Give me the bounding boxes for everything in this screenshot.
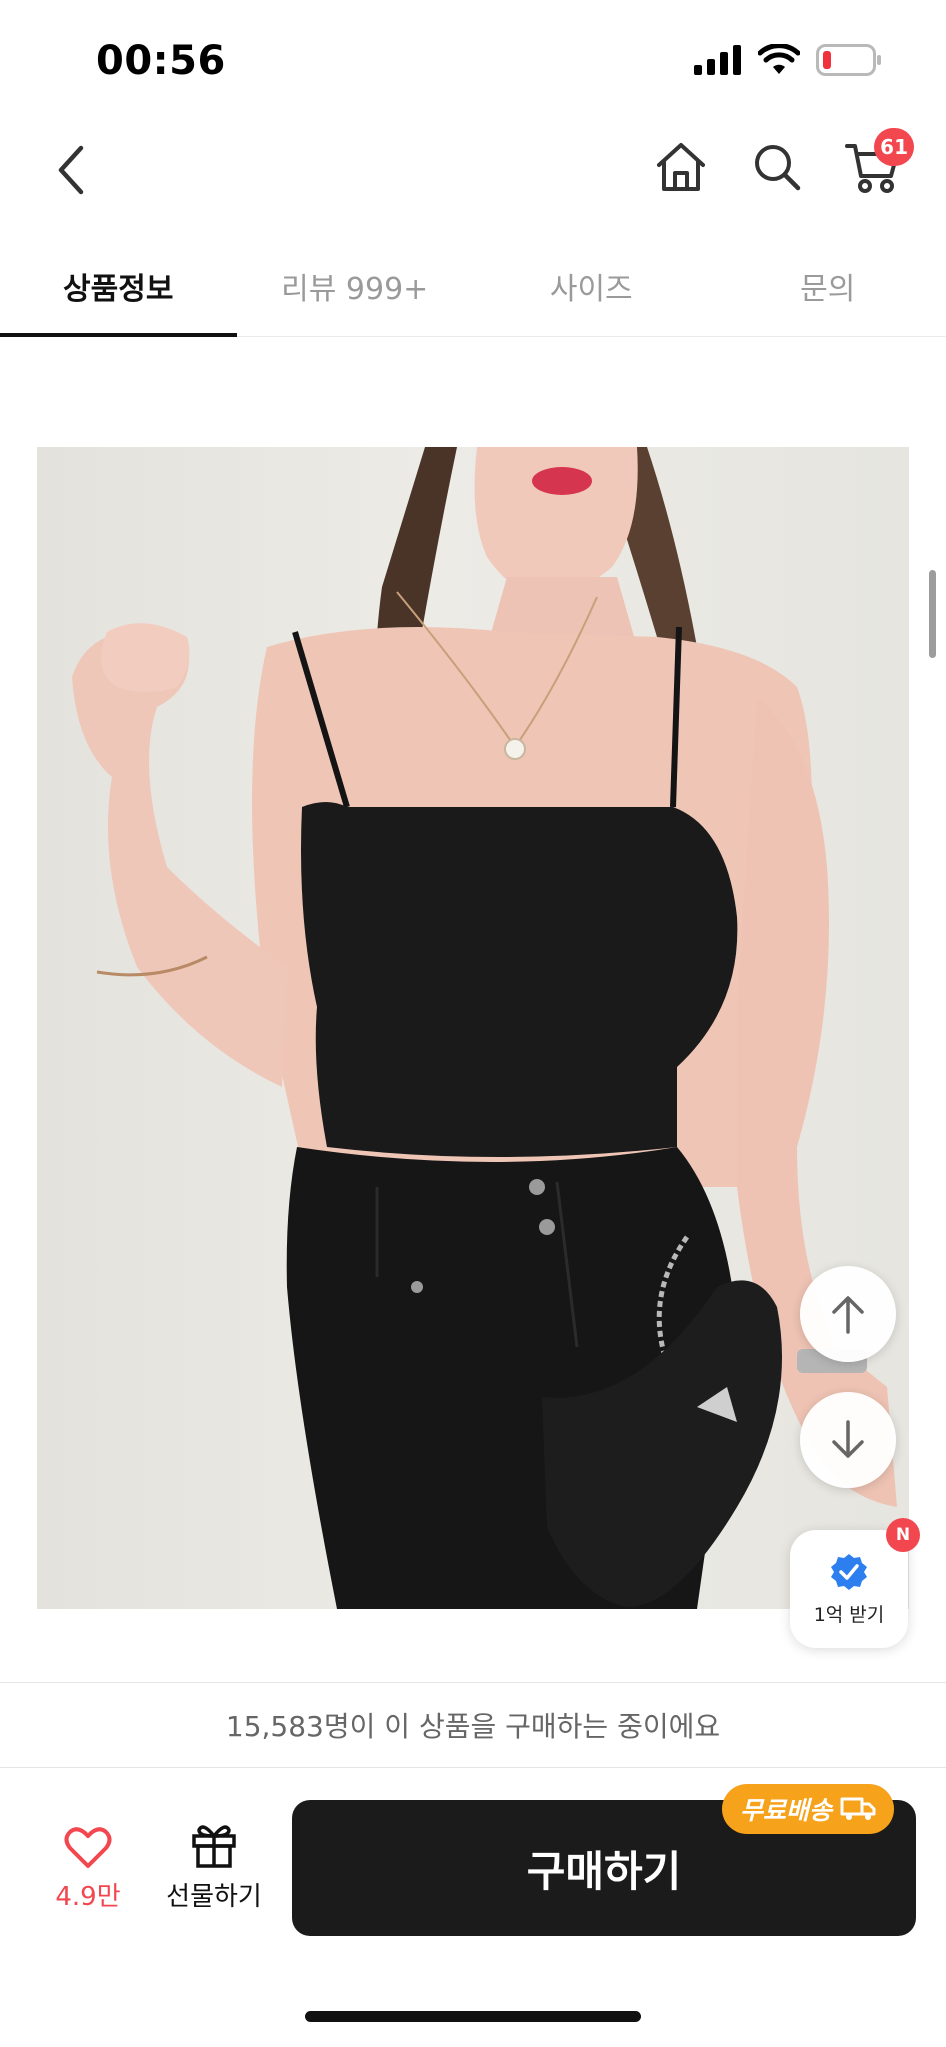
arrow-up-icon [832, 1296, 864, 1334]
gift-icon [192, 1825, 236, 1868]
tab-inquiry[interactable]: 문의 [710, 235, 946, 336]
nav-actions: 61 [648, 128, 914, 200]
home-indicator [305, 2011, 641, 2022]
status-icons [694, 44, 882, 76]
battery-icon [816, 44, 881, 76]
free-shipping-badge: 무료배송 [722, 1784, 895, 1834]
tab-product-info[interactable]: 상품정보 [0, 235, 237, 337]
gift-label: 선물하기 [166, 1882, 262, 1912]
arrow-down-icon [832, 1420, 864, 1458]
free-shipping-label: 무료배송 [740, 1796, 833, 1825]
product-photo [37, 447, 909, 1609]
purchase-activity-text: 15,583명이 이 상품을 구매하는 중이에요 [0, 1682, 946, 1768]
home-button[interactable] [648, 134, 714, 200]
like-count: 4.9만 [55, 1882, 121, 1912]
scrollbar[interactable] [929, 570, 936, 658]
heart-icon [64, 1827, 112, 1868]
scroll-up-button[interactable] [800, 1266, 896, 1362]
home-icon [657, 143, 705, 191]
back-icon [58, 145, 84, 195]
verified-badge-icon [831, 1553, 867, 1590]
scroll-down-button[interactable] [800, 1392, 896, 1488]
wifi-icon [758, 44, 800, 74]
search-icon [755, 145, 801, 191]
cart-count-badge: 61 [874, 128, 914, 166]
status-bar: 00:56 [0, 0, 946, 120]
cart-button[interactable]: 61 [840, 128, 914, 200]
truck-icon [840, 1797, 876, 1820]
tab-size[interactable]: 사이즈 [473, 235, 710, 336]
reward-new-badge: N [886, 1518, 920, 1552]
reward-label: 1억 받기 [813, 1603, 885, 1626]
tab-bar: 상품정보 리뷰 999+ 사이즈 문의 [0, 235, 946, 337]
like-button[interactable]: 4.9만 [40, 1826, 136, 1913]
reward-button[interactable]: 1억 받기 N [790, 1518, 920, 1648]
status-time: 00:56 [96, 38, 226, 84]
top-nav: 61 [0, 120, 946, 220]
gift-button[interactable]: 선물하기 [158, 1820, 270, 1913]
tab-reviews[interactable]: 리뷰 999+ [237, 235, 474, 336]
signal-icon [694, 45, 741, 75]
back-button[interactable] [46, 142, 96, 198]
search-button[interactable] [744, 134, 810, 200]
